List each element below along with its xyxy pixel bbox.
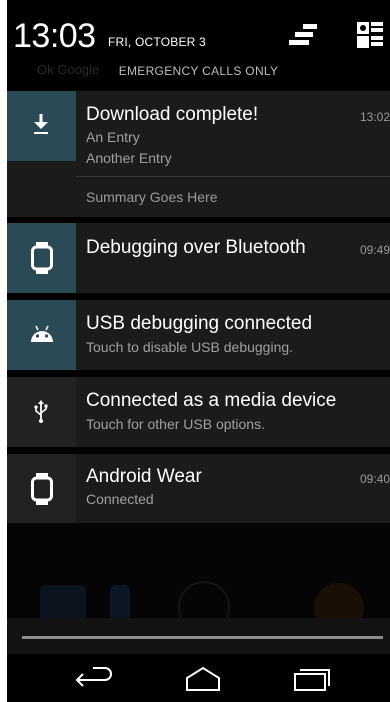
notification-time: 09:49 [359,243,390,257]
notification-title: Download complete! [86,104,259,125]
notification-media-device[interactable]: Connected as a media device Touch for ot… [7,377,390,447]
notification-time: 09:40 [359,472,390,486]
download-icon [34,114,48,134]
notification-icon-box [7,91,76,161]
notification-download[interactable]: Download complete! An Entry Another Entr… [7,91,390,217]
notification-title: Connected as a media device [86,390,337,411]
notification-usb-debugging[interactable]: USB debugging connected Touch to disable… [7,300,390,370]
dimmed-launcher [7,523,390,633]
notification-subtitle: Touch for other USB options. [86,416,265,432]
android-icon [31,325,53,342]
notification-time: 13:02 [359,110,390,124]
notification-subtitle: Touch to disable USB debugging. [86,339,294,355]
notification-icon-box [7,377,76,447]
watch-icon [31,242,53,274]
usb-icon [34,400,48,423]
notification-android-wear[interactable]: Android Wear Connected 09:40 [7,454,390,524]
recents-icon[interactable] [291,662,333,696]
notification-line: An Entry [86,129,140,145]
notification-icon-box [7,223,76,293]
notification-title: Android Wear [86,466,202,487]
navigation-bar [7,654,390,702]
notification-summary: Summary Goes Here [86,189,218,205]
notification-shade: 13:03 FRI, OCTOBER 3 Ok Google EMERGENCY… [7,0,390,702]
notification-bluetooth-debugging[interactable]: Debugging over Bluetooth 09:49 [7,223,390,293]
notification-icon-box [7,300,76,370]
notification-subtitle: Connected [86,491,154,507]
watch-icon [31,473,53,505]
notification-icon-box [7,454,76,524]
back-icon[interactable] [73,662,115,696]
shade-header: 13:03 FRI, OCTOBER 3 Ok Google EMERGENCY… [7,0,390,88]
notification-title: Debugging over Bluetooth [86,237,306,258]
clock[interactable]: 13:03 [13,16,96,56]
notification-title: USB debugging connected [86,313,313,334]
drag-handle[interactable] [22,636,383,639]
quick-settings-icon[interactable] [355,20,385,50]
clear-all-icon[interactable] [287,22,321,48]
shade-handle-area[interactable] [7,618,390,654]
home-icon[interactable] [181,662,225,696]
date-label[interactable]: FRI, OCTOBER 3 [108,35,206,49]
notification-line: Another Entry [86,150,172,166]
divider [76,176,390,177]
emergency-calls-label: EMERGENCY CALLS ONLY [118,64,279,78]
